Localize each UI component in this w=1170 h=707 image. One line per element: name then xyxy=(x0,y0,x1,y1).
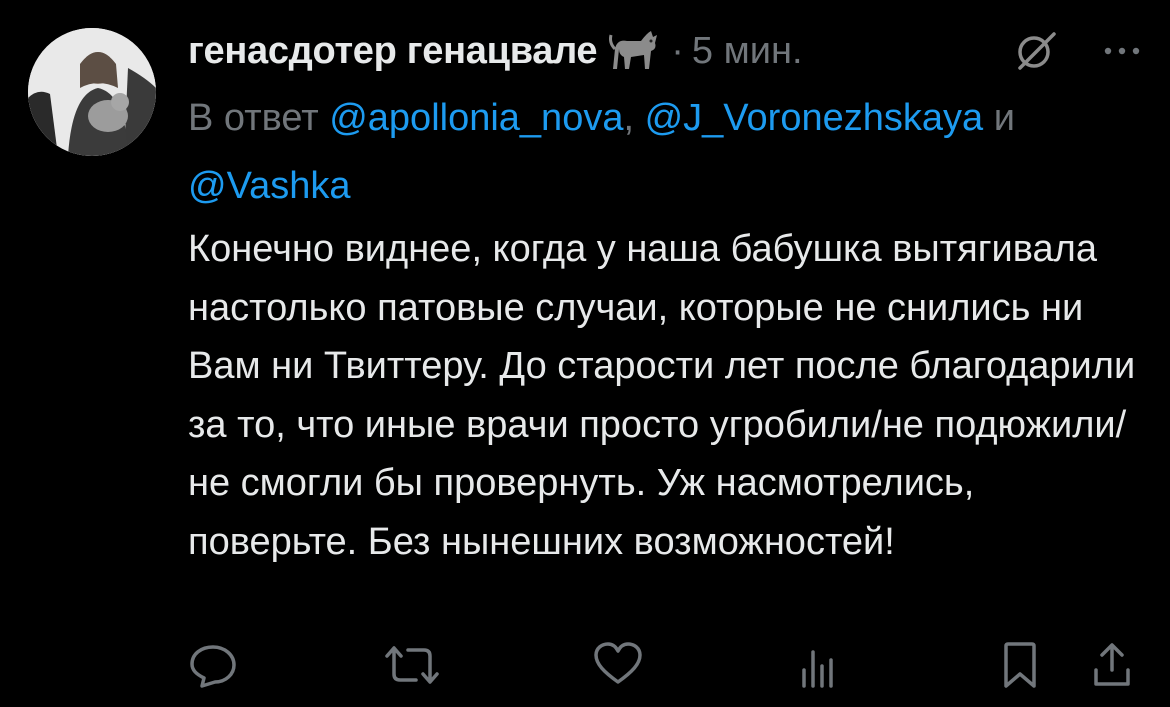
mention-link[interactable]: @Vashka xyxy=(188,165,351,207)
author-name[interactable]: генасдотер генацвале xyxy=(188,30,598,73)
tweet-text: Конечно виднее, когда у наша бабушка выт… xyxy=(188,228,1136,563)
reply-prefix: В ответ xyxy=(188,97,319,139)
like-icon[interactable] xyxy=(592,640,644,693)
share-icon[interactable] xyxy=(1090,640,1134,695)
mention-link[interactable]: @J_Voronezhskaya xyxy=(645,97,984,139)
avatar[interactable] xyxy=(28,28,156,156)
bookmark-icon[interactable] xyxy=(1000,640,1040,695)
reply-icon[interactable] xyxy=(188,640,238,695)
action-bar xyxy=(0,640,1170,700)
mention-separator: и xyxy=(983,97,1015,139)
more-icon[interactable] xyxy=(1102,44,1142,62)
mention-separator: , xyxy=(623,97,645,139)
timestamp[interactable]: 5 мин. xyxy=(692,30,803,73)
views-icon[interactable] xyxy=(798,640,838,695)
grok-icon[interactable] xyxy=(1014,30,1058,79)
separator-dot: · xyxy=(671,29,684,72)
retweet-icon[interactable] xyxy=(384,640,440,695)
reply-context: В ответ @apollonia_nova, @J_Voronezhskay… xyxy=(188,84,1148,220)
mention-link[interactable]: @apollonia_nova xyxy=(329,97,623,139)
black-cat-emoji-icon xyxy=(607,29,661,73)
tweet-header: генасдотер генацвале · 5 мин. xyxy=(188,24,1148,78)
